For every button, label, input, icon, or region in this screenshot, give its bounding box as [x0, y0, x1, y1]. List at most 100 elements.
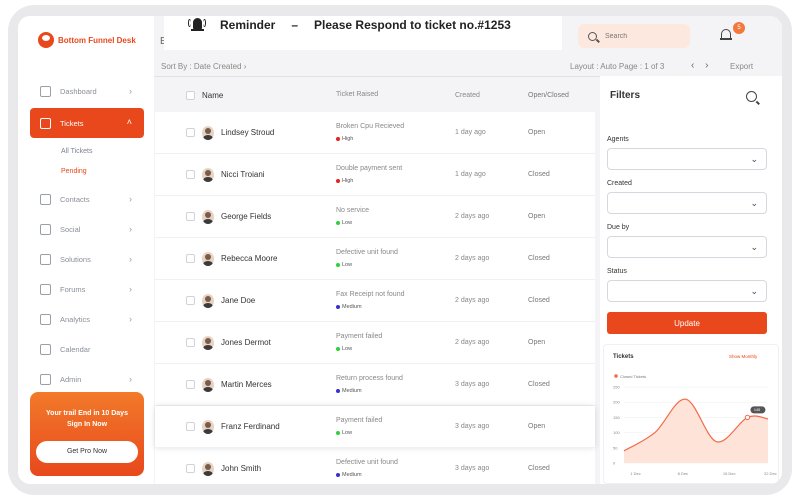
search-box[interactable]	[578, 24, 690, 48]
column-header-ticket[interactable]: Ticket Raised	[336, 89, 455, 101]
priority-dot-icon	[336, 472, 340, 477]
next-page-button[interactable]: ›	[705, 60, 708, 71]
due-by-select[interactable]: ⌄	[607, 236, 767, 258]
sidebar-item-label: Tickets	[60, 118, 84, 128]
priority-dot-icon	[336, 304, 340, 309]
table-row[interactable]: John Smith Defective unit found Medium 3 da…	[155, 448, 595, 484]
sidebar-item-forums[interactable]: Forums ›	[30, 276, 144, 302]
reminder-banner: Reminder – Please Respond to ticket no.#…	[164, 16, 562, 50]
y-tick-label: 250	[613, 385, 620, 390]
status-select[interactable]: ⌄	[607, 280, 767, 302]
column-header-name[interactable]: Name	[188, 91, 336, 100]
x-tick-label: 8 Dec	[678, 471, 688, 476]
priority-badge: Low	[336, 427, 455, 439]
column-header-created[interactable]: Created	[455, 92, 528, 99]
table-row[interactable]: Franz Ferdinand Payment failed Low 3 days a…	[155, 406, 595, 448]
chevron-down-icon: ⌄	[750, 286, 758, 296]
customer-name: Martin Merces	[221, 380, 272, 389]
priority-label: Medium	[342, 471, 362, 478]
x-tick-label: 22 Dec	[764, 471, 777, 476]
sidebar-item-social[interactable]: Social ›	[30, 216, 144, 242]
priority-dot-icon	[336, 388, 340, 393]
sidebar-item-label: Admin	[60, 374, 82, 384]
get-pro-button[interactable]: Get Pro Now	[36, 441, 138, 463]
status-text: Open	[528, 339, 546, 346]
trial-promo-text: Your trail End in 10 Days Sign In Now	[46, 410, 128, 428]
priority-badge: Medium	[336, 469, 455, 481]
sidebar-item-solutions[interactable]: Solutions ›	[30, 246, 144, 272]
sidebar-item-label: Contacts	[60, 194, 90, 204]
ticket-subject: Defective unit found	[336, 248, 398, 256]
reminder-label: Reminder	[220, 18, 276, 32]
filters-title: Filters	[610, 90, 641, 101]
customer-name: John Smith	[221, 464, 262, 473]
chevron-up-icon: ˄	[126, 117, 132, 127]
agents-select[interactable]: ⌄	[607, 148, 767, 170]
brand-logo[interactable]: Bottom Funnel Desk	[38, 32, 136, 48]
trial-promo-card: Your trail End in 10 Days Sign In Now Ge…	[30, 392, 144, 476]
sort-by-control[interactable]: Sort By : Date Created ›	[161, 62, 246, 71]
table-row[interactable]: Martin Merces Return process found Medium 3…	[155, 364, 595, 406]
customer-name: Nicci Troiani	[221, 170, 265, 179]
sidebar-item-dashboard[interactable]: Dashboard ›	[30, 78, 144, 104]
chevron-right-icon: ›	[129, 374, 132, 384]
table-row[interactable]: George Fields No service Low 2 days ago Open	[155, 196, 595, 238]
bell-icon[interactable]	[720, 28, 732, 40]
prev-page-button[interactable]: ‹	[691, 60, 694, 71]
search-icon[interactable]	[746, 91, 757, 102]
priority-dot-icon	[336, 136, 340, 141]
status-text: Closed	[528, 171, 550, 178]
sidebar-item-label: Analytics	[60, 314, 91, 324]
column-header-status[interactable]: Open/Closed	[528, 92, 588, 99]
export-button[interactable]: Export	[730, 62, 753, 71]
contacts-icon	[40, 193, 51, 205]
data-point	[744, 414, 751, 421]
sidebar-item-calendar[interactable]: Calendar	[30, 336, 144, 362]
customer-name: Franz Ferdinand	[221, 422, 280, 431]
table-row[interactable]: Rebecca Moore Defective unit found Low 2 da…	[155, 238, 595, 280]
ticket-subject: Broken Cpu Recieved	[336, 122, 405, 130]
priority-dot-icon	[336, 262, 340, 267]
tickets-chart: Closed Tickets 0 50 100 150 200 250 1 Dec 8 Dec 1…	[613, 374, 777, 476]
created-time: 2 days ago	[455, 297, 490, 304]
table-row[interactable]: Nicci Troiani Double payment sent High 1 da…	[155, 154, 595, 196]
table-row[interactable]: Jones Dermot Payment failed Low 2 days ago O…	[155, 322, 595, 364]
status-text: Open	[528, 423, 546, 430]
sidebar-item-admin[interactable]: Admin ›	[30, 366, 144, 392]
ticket-subject: Payment failed	[336, 332, 383, 340]
sidebar-subitem-pending[interactable]: Pending	[30, 162, 144, 182]
priority-label: Medium	[342, 303, 362, 310]
priority-badge: Medium	[336, 385, 455, 397]
legend-swatch	[614, 374, 618, 378]
filter-label-agents: Agents	[607, 136, 629, 143]
calendar-icon	[40, 343, 51, 355]
ticket-icon	[40, 117, 51, 129]
update-button[interactable]: Update	[607, 312, 767, 334]
customer-name: Jane Doe	[221, 296, 256, 305]
sidebar-item-analytics[interactable]: Analytics ›	[30, 306, 144, 332]
avatar	[202, 293, 214, 308]
chevron-right-icon: ›	[129, 314, 132, 324]
table-row[interactable]: Jane Doe Fax Receipt not found Medium 2 day…	[155, 280, 595, 322]
sidebar-subitem-all-tickets[interactable]: All Tickets	[30, 142, 144, 162]
sidebar: Bottom Funnel Desk Dashboard › Tickets ˄…	[18, 16, 154, 484]
sidebar-item-tickets[interactable]: Tickets ˄	[30, 108, 144, 138]
filter-label-created: Created	[607, 180, 632, 187]
sidebar-nav: Dashboard › Tickets ˄ All Tickets Pendin…	[30, 78, 144, 396]
created-time: 1 day ago	[455, 129, 486, 136]
customer-name: Lindsey Stroud	[221, 128, 275, 137]
analytics-icon	[40, 313, 51, 325]
priority-dot-icon	[336, 220, 340, 225]
chevron-right-icon: ›	[129, 86, 132, 96]
created-time: 2 days ago	[455, 339, 490, 346]
search-input[interactable]	[605, 32, 675, 40]
priority-badge: Low	[336, 217, 455, 229]
reminder-dash: –	[291, 18, 299, 32]
tooltip-value: 145	[754, 408, 760, 412]
created-select[interactable]: ⌄	[607, 192, 767, 214]
status-text: Closed	[528, 465, 550, 472]
sidebar-item-contacts[interactable]: Contacts ›	[30, 186, 144, 212]
ticket-subject: Payment failed	[336, 416, 383, 424]
table-row[interactable]: Lindsey Stroud Broken Cpu Recieved High 1 d…	[155, 112, 595, 154]
ticket-subject: Double payment sent	[336, 164, 403, 172]
